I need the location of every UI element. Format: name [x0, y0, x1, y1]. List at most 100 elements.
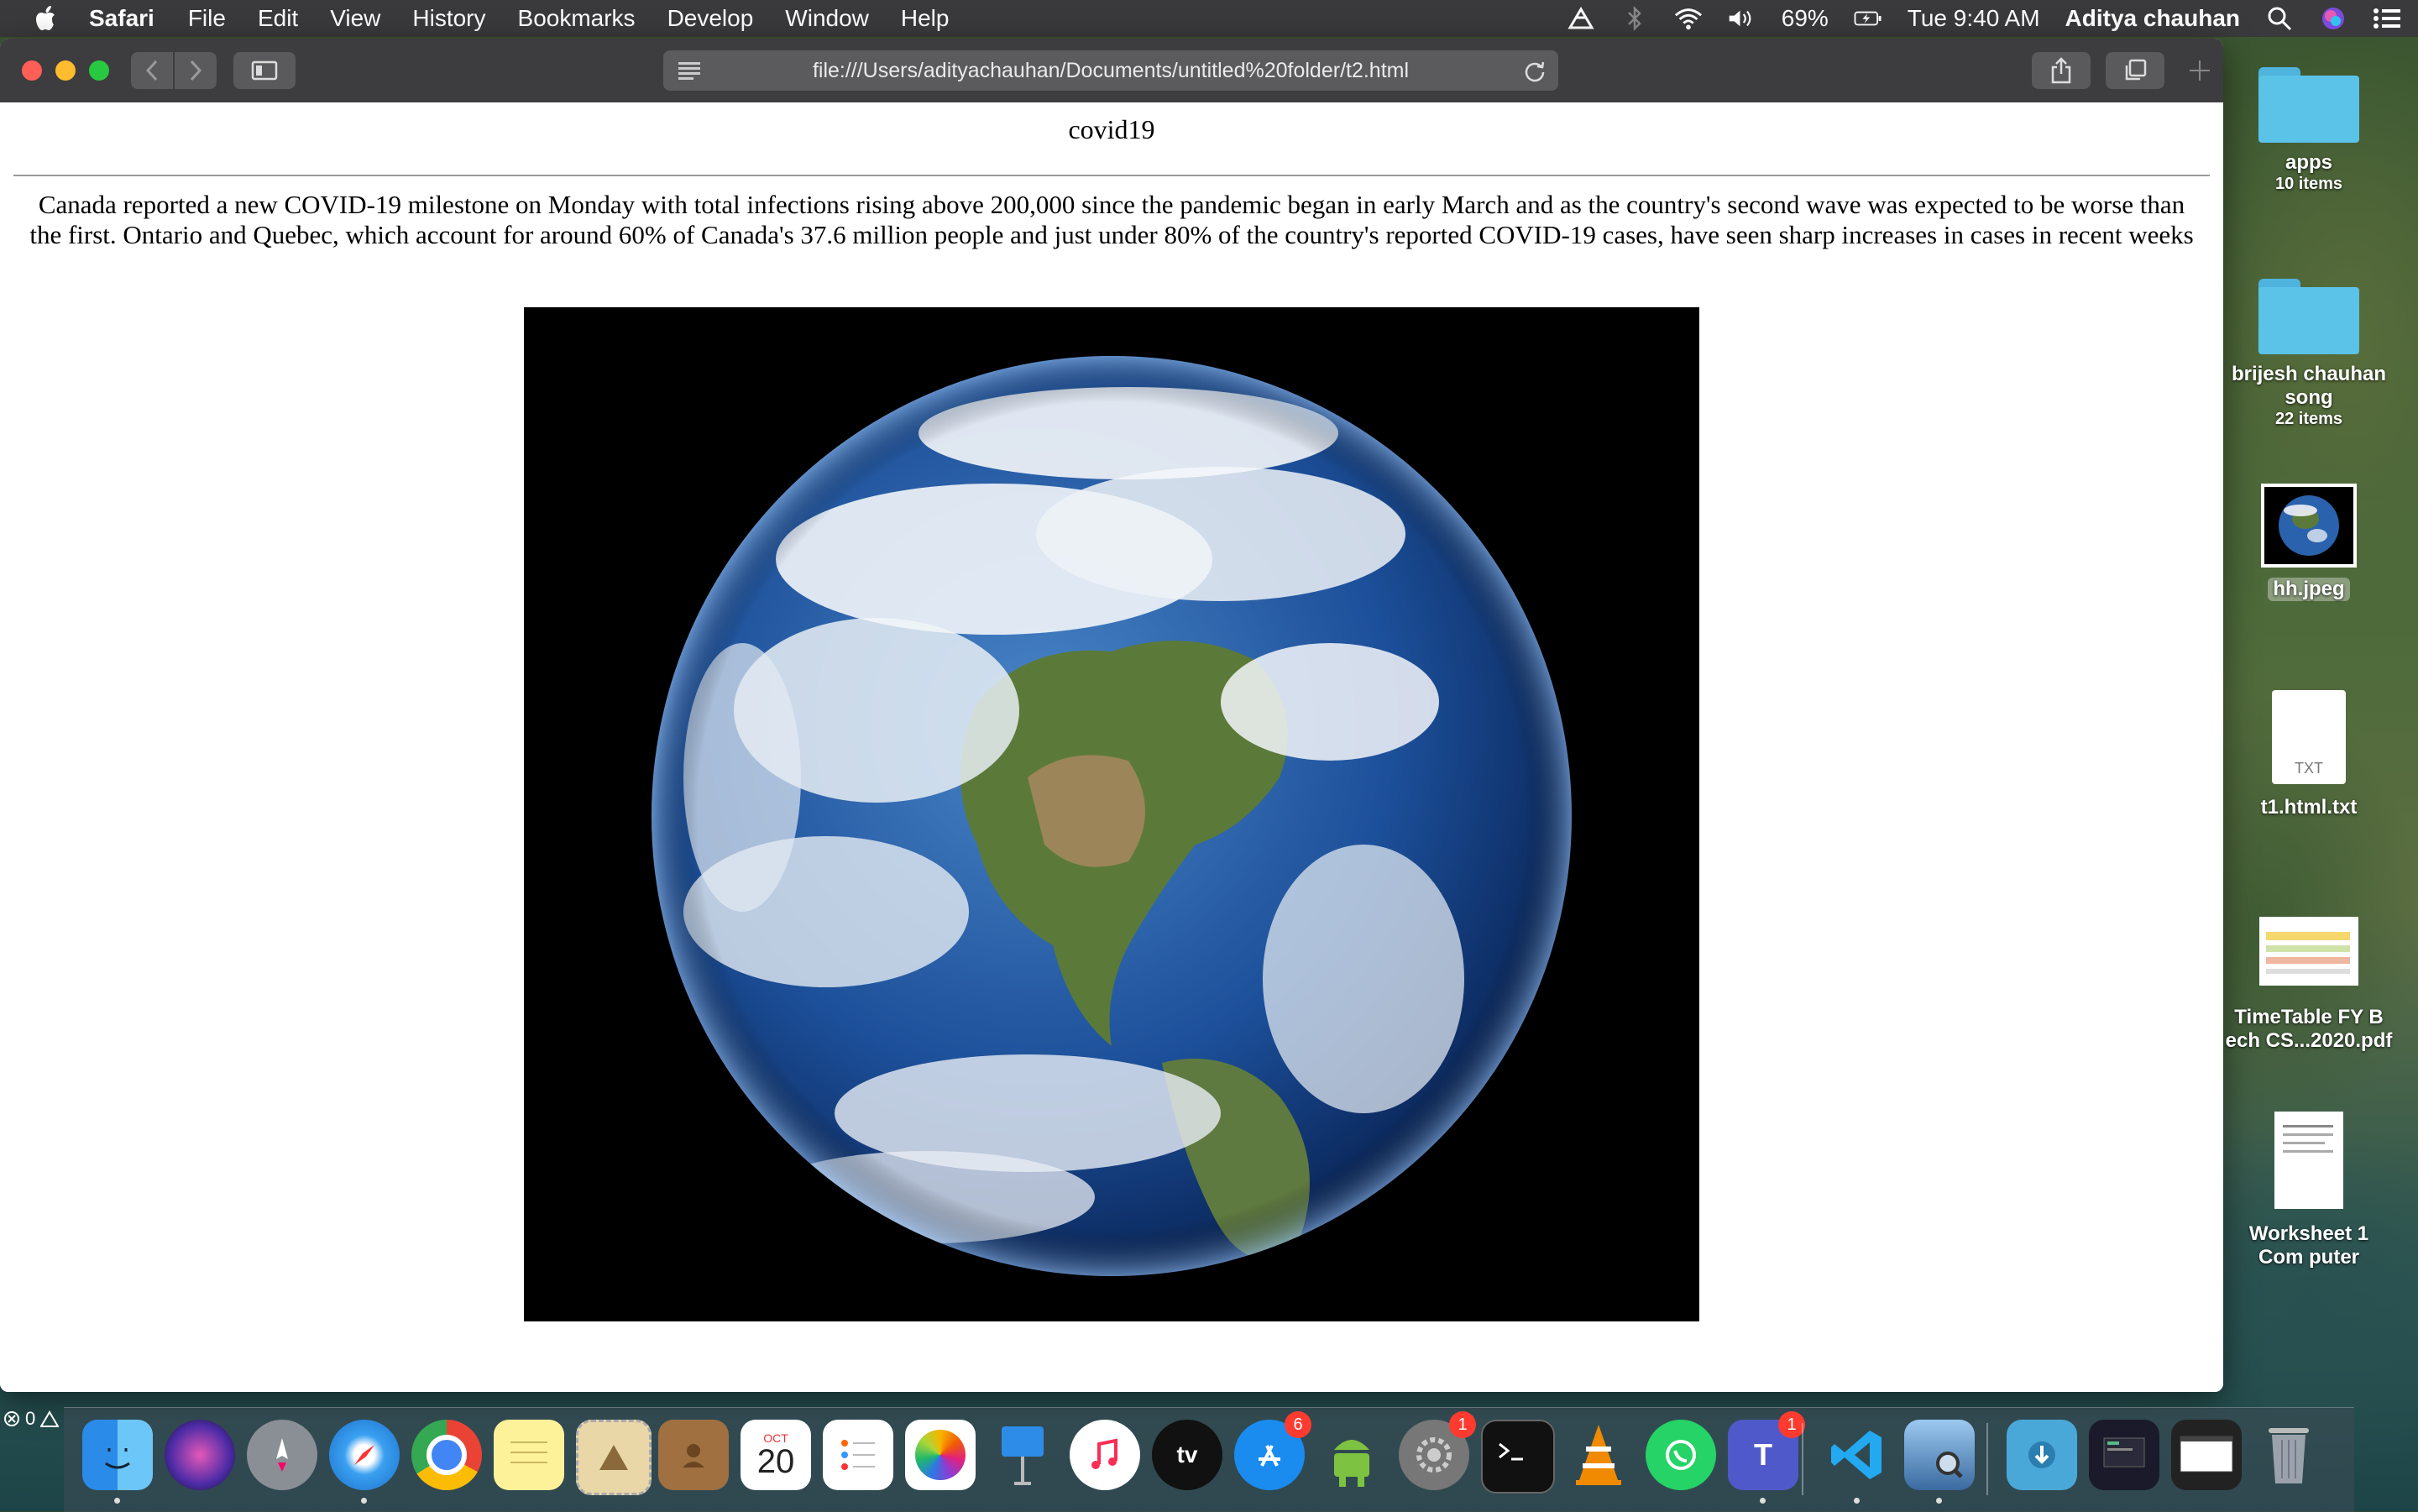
notes-icon[interactable] [494, 1420, 564, 1490]
sidebar-toggle-button[interactable] [233, 52, 296, 89]
apple-tv-icon[interactable]: tv [1152, 1420, 1222, 1490]
contacts-icon[interactable] [658, 1420, 729, 1490]
tab-overview-button[interactable] [2106, 52, 2164, 89]
preview-icon[interactable] [1904, 1420, 1975, 1504]
window-minimize-button[interactable] [55, 60, 76, 81]
pdf-thumbnail-icon [2259, 917, 2358, 986]
vscode-icon[interactable] [1822, 1420, 1892, 1504]
folder-icon [2258, 279, 2359, 354]
menu-history[interactable]: History [412, 5, 485, 32]
document-thumbnail-icon [2274, 1112, 2343, 1209]
menu-bookmarks[interactable]: Bookmarks [518, 5, 636, 32]
finder-icon[interactable] [82, 1420, 153, 1504]
desktop-item-label: hh.jpeg [2268, 578, 2350, 601]
apple-menu-icon[interactable] [34, 3, 64, 34]
dock-separator [1802, 1423, 1803, 1495]
url-text[interactable]: file:///Users/adityachauhan/Documents/un… [813, 59, 1409, 83]
status-count: 0 [25, 1408, 36, 1429]
plus-icon [2190, 60, 2210, 81]
calendar-day: 20 [756, 1443, 795, 1480]
window-maximize-button[interactable] [89, 60, 109, 81]
desktop-file-hh-jpeg[interactable]: hh.jpeg [2225, 484, 2393, 601]
safari-dock-icon[interactable] [329, 1420, 400, 1504]
warning-icon [40, 1410, 60, 1427]
menu-file[interactable]: File [188, 5, 226, 32]
forward-button[interactable] [175, 52, 217, 89]
desktop-item-subtitle: 10 items [2274, 175, 2343, 193]
dock-status-indicator: 0 [0, 1402, 60, 1436]
recent-window-icon[interactable] [2171, 1420, 2242, 1490]
menu-view[interactable]: View [330, 5, 380, 32]
vlc-icon[interactable] [1563, 1420, 1634, 1490]
text-file-icon: TXT [2272, 690, 2346, 784]
desktop-item-label: brijesh chauhan song [2231, 363, 2387, 409]
dock: OCT 20 tv 6 1 T 1 [64, 1407, 2354, 1512]
music-icon[interactable] [1070, 1420, 1140, 1490]
dock-separator [1986, 1423, 1988, 1495]
launchpad-icon[interactable] [247, 1420, 317, 1490]
menu-window[interactable]: Window [785, 5, 869, 32]
downloads-folder-icon[interactable] [2007, 1420, 2077, 1490]
spotlight-search-icon[interactable] [2265, 6, 2294, 31]
chrome-icon[interactable] [411, 1420, 482, 1490]
menu-bar: Safari File Edit View History Bookmarks … [0, 0, 2418, 37]
browser-toolbar: file:///Users/adityachauhan/Documents/un… [0, 39, 2223, 103]
tab-overview-icon [2125, 59, 2147, 81]
menubar-user[interactable]: Aditya chauhan [2065, 5, 2240, 32]
notification-center-icon[interactable] [2373, 6, 2401, 31]
desktop-folder-song[interactable]: brijesh chauhan song 22 items [2225, 279, 2393, 429]
mail-stamp-icon[interactable] [576, 1420, 652, 1495]
reminders-icon[interactable] [823, 1420, 893, 1490]
whatsapp-icon[interactable] [1646, 1420, 1716, 1490]
teams-icon[interactable]: T 1 [1728, 1411, 1805, 1504]
desktop-file-worksheet[interactable]: Worksheet 1 Com puter [2225, 1112, 2393, 1269]
calendar-icon[interactable]: OCT 20 [741, 1420, 811, 1490]
desktop-file-t1-txt[interactable]: TXT t1.html.txt [2225, 690, 2393, 819]
trash-icon[interactable] [2253, 1420, 2324, 1490]
share-button[interactable] [2032, 52, 2091, 89]
battery-icon[interactable] [1854, 6, 1882, 31]
back-button[interactable] [131, 52, 173, 89]
desktop-item-label: apps [2285, 151, 2332, 174]
article-paragraph: Canada reported a new COVID-19 milestone… [29, 190, 2194, 249]
folder-icon [2258, 67, 2359, 143]
siri-dock-icon[interactable] [165, 1420, 235, 1490]
reload-icon[interactable] [1523, 59, 1547, 88]
keynote-icon[interactable] [987, 1420, 1058, 1490]
app-store-badge: 6 [1285, 1411, 1311, 1438]
status-app-icon[interactable] [1567, 6, 1595, 31]
menu-help[interactable]: Help [901, 5, 950, 32]
web-page: covid19 Canada reported a new COVID-19 m… [0, 102, 2223, 1392]
desktop-file-timetable-pdf[interactable]: TimeTable FY B ech CS...2020.pdf [2225, 917, 2393, 1053]
battery-percent: 69% [1781, 5, 1829, 31]
horizontal-rule [13, 175, 2210, 176]
photos-icon[interactable] [905, 1420, 976, 1490]
wifi-icon[interactable] [1674, 6, 1703, 31]
menu-edit[interactable]: Edit [258, 5, 298, 32]
menu-develop[interactable]: Develop [667, 5, 754, 32]
system-preferences-icon[interactable]: 1 [1399, 1411, 1476, 1490]
chevron-left-icon [145, 60, 158, 81]
system-preferences-badge: 1 [1449, 1411, 1476, 1438]
window-close-button[interactable] [22, 60, 42, 81]
volume-icon[interactable] [1728, 6, 1756, 31]
new-tab-button[interactable] [2183, 55, 2216, 89]
chevron-right-icon [190, 60, 202, 81]
desktop-item-label: Worksheet 1 Com puter [2248, 1222, 2369, 1269]
desktop-item-label: t1.html.txt [2260, 796, 2358, 819]
page-heading: covid19 [1068, 114, 1155, 144]
screenshots-stack-icon[interactable] [2089, 1420, 2159, 1490]
menu-app-name[interactable]: Safari [89, 5, 154, 32]
menubar-clock[interactable]: Tue 9:40 AM [1908, 5, 2040, 32]
terminal-icon[interactable] [1481, 1420, 1555, 1494]
desktop-item-label: TimeTable FY B ech CS...2020.pdf [2225, 1006, 2393, 1052]
share-icon [2051, 57, 2071, 84]
desktop-folder-apps[interactable]: apps 10 items [2225, 67, 2393, 194]
android-studio-icon[interactable] [1316, 1420, 1387, 1490]
error-icon [4, 1411, 19, 1426]
siri-icon[interactable] [2319, 6, 2347, 31]
bluetooth-icon[interactable] [1620, 6, 1649, 31]
app-store-icon[interactable]: 6 [1234, 1411, 1311, 1490]
reader-view-icon[interactable] [677, 60, 702, 86]
address-bar[interactable]: file:///Users/adityachauhan/Documents/un… [663, 50, 1558, 91]
